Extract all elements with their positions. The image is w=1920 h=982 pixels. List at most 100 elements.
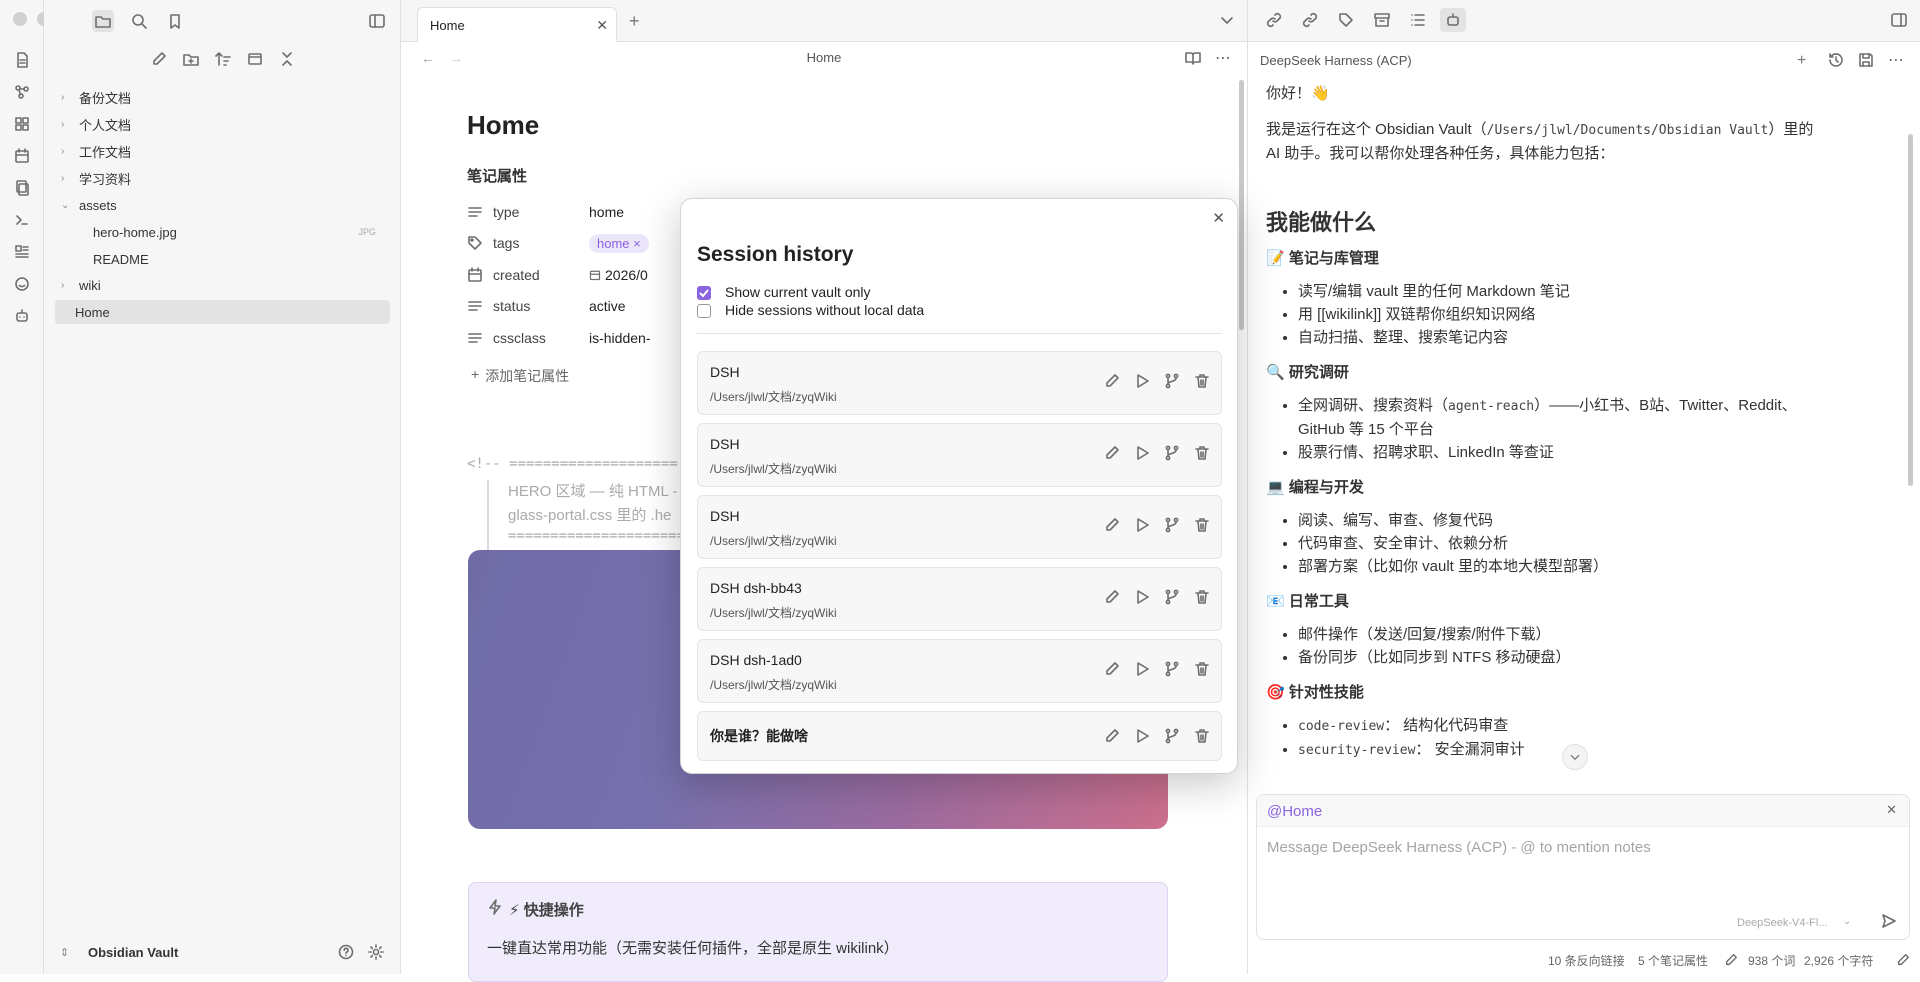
tab-home[interactable]: Home ✕ <box>417 7 617 42</box>
close-tab-icon[interactable]: ✕ <box>596 17 608 34</box>
chevron-down-icon[interactable]: ⌄ <box>61 200 75 211</box>
outline-icon[interactable] <box>1410 12 1426 28</box>
terminal-icon[interactable] <box>12 210 32 230</box>
session-row[interactable]: DSH dsh-bb43/Users/jlwl/文档/zyqWiki <box>697 567 1222 631</box>
graph-view-icon[interactable] <box>12 82 32 102</box>
send-icon[interactable] <box>1881 913 1897 929</box>
new-tab-icon[interactable]: + <box>629 11 640 32</box>
resume-play-icon[interactable] <box>1133 372 1151 390</box>
new-folder-icon[interactable] <box>180 48 202 70</box>
rename-icon[interactable] <box>1103 588 1121 606</box>
close-modal-icon[interactable]: ✕ <box>1212 209 1225 227</box>
edit-mode-icon[interactable] <box>1724 953 1738 967</box>
property-value[interactable]: is-hidden- <box>589 330 650 346</box>
property-value[interactable]: 2026/0 <box>605 267 648 283</box>
rename-icon[interactable] <box>1103 727 1121 745</box>
editor-scrollbar[interactable] <box>1239 80 1244 330</box>
delete-trash-icon[interactable] <box>1193 727 1211 745</box>
reading-view-icon[interactable] <box>1185 50 1201 66</box>
hide-sessions-label[interactable]: Hide sessions without local data <box>725 302 924 318</box>
link-icon[interactable] <box>1266 12 1282 28</box>
auto-reveal-icon[interactable] <box>244 48 266 70</box>
save-icon[interactable] <box>1858 52 1874 68</box>
folder-item[interactable]: › 备份文档 <box>55 85 390 109</box>
fork-branch-icon[interactable] <box>1163 588 1181 606</box>
outgoing-link-icon[interactable] <box>1302 12 1318 28</box>
chevron-right-icon[interactable]: › <box>61 92 75 103</box>
tag-pill[interactable]: home × <box>589 233 649 253</box>
add-property-button[interactable]: + 添加笔记属性 <box>471 366 569 386</box>
resume-play-icon[interactable] <box>1133 660 1151 678</box>
rename-icon[interactable] <box>1103 444 1121 462</box>
new-note-icon[interactable] <box>148 48 170 70</box>
chevron-right-icon[interactable]: › <box>61 173 75 184</box>
collapse-all-icon[interactable] <box>276 48 298 70</box>
templates-icon[interactable] <box>12 178 32 198</box>
note-title[interactable]: Home <box>467 110 539 141</box>
search-icon[interactable] <box>128 10 150 32</box>
backlinks-count[interactable]: 10 条反向链接 <box>1548 952 1625 969</box>
session-row[interactable]: DSH/Users/jlwl/文档/zyqWiki <box>697 351 1222 415</box>
property-value[interactable]: home <box>589 204 624 220</box>
agent-chat-icon[interactable] <box>1440 8 1466 32</box>
delete-trash-icon[interactable] <box>1193 444 1211 462</box>
tab-list-chevron-icon[interactable] <box>1219 12 1235 28</box>
show-current-vault-label[interactable]: Show current vault only <box>725 284 871 300</box>
property-value[interactable]: active <box>589 298 626 314</box>
properties-count[interactable]: 5 个笔记属性 <box>1638 952 1708 969</box>
more-options-icon[interactable]: ⋯ <box>1215 48 1231 68</box>
fork-branch-icon[interactable] <box>1163 516 1181 534</box>
message-input[interactable]: Message DeepSeek Harness (ACP) - @ to me… <box>1267 839 1651 856</box>
dashboard-icon[interactable] <box>12 242 32 262</box>
chevron-right-icon[interactable]: › <box>61 146 75 157</box>
hide-sessions-checkbox[interactable] <box>697 304 711 318</box>
chevron-right-icon[interactable]: › <box>61 119 75 130</box>
calendar-icon[interactable] <box>12 146 32 166</box>
folder-item[interactable]: › wiki <box>55 273 390 297</box>
view-header-title[interactable]: Home <box>401 50 1247 65</box>
files-tab-icon[interactable] <box>92 10 114 32</box>
context-chip[interactable]: @Home <box>1267 803 1322 820</box>
bookmark-icon[interactable] <box>164 10 186 32</box>
close-window-button[interactable] <box>13 12 27 26</box>
resume-play-icon[interactable] <box>1133 444 1151 462</box>
show-current-vault-checkbox[interactable] <box>697 286 711 300</box>
canvas-icon[interactable] <box>12 114 32 134</box>
session-row[interactable]: DSH dsh-1ad0/Users/jlwl/文档/zyqWiki <box>697 639 1222 703</box>
delete-trash-icon[interactable] <box>1193 516 1211 534</box>
smiley-icon[interactable] <box>12 274 32 294</box>
folder-item[interactable]: › 个人文档 <box>55 112 390 136</box>
rename-icon[interactable] <box>1103 516 1121 534</box>
vault-switcher[interactable]: ⇕ Obsidian Vault <box>60 940 390 964</box>
archive-icon[interactable] <box>1374 12 1390 28</box>
open-quick-switcher-icon[interactable] <box>12 50 32 70</box>
resume-play-icon[interactable] <box>1133 727 1151 745</box>
resume-play-icon[interactable] <box>1133 516 1151 534</box>
file-item[interactable]: hero-home.jpg JPG <box>55 220 390 244</box>
folder-item[interactable]: › 工作文档 <box>55 139 390 163</box>
fork-branch-icon[interactable] <box>1163 727 1181 745</box>
delete-trash-icon[interactable] <box>1193 588 1211 606</box>
remove-context-icon[interactable]: ✕ <box>1886 802 1897 818</box>
sync-icon[interactable] <box>1896 953 1910 967</box>
scroll-down-icon[interactable] <box>1562 744 1588 770</box>
model-selector[interactable]: DeepSeek-V4-Fl... <box>1737 917 1827 929</box>
delete-trash-icon[interactable] <box>1193 372 1211 390</box>
chevron-right-icon[interactable]: › <box>61 280 75 291</box>
delete-trash-icon[interactable] <box>1193 660 1211 678</box>
session-row[interactable]: DSH/Users/jlwl/文档/zyqWiki <box>697 495 1222 559</box>
tags-icon[interactable] <box>1338 12 1354 28</box>
fork-branch-icon[interactable] <box>1163 660 1181 678</box>
rename-icon[interactable] <box>1103 660 1121 678</box>
folder-item[interactable]: ⌄ assets <box>55 193 390 217</box>
session-row[interactable]: 你是谁？能做啥 <box>697 711 1222 761</box>
folder-item[interactable]: › 学习资料 <box>55 166 390 190</box>
toggle-sidebar-icon[interactable] <box>366 10 388 32</box>
fork-branch-icon[interactable] <box>1163 444 1181 462</box>
resume-play-icon[interactable] <box>1133 588 1151 606</box>
model-chevron-icon[interactable]: ⌄ <box>1843 916 1851 927</box>
chat-scrollbar[interactable] <box>1908 134 1913 486</box>
session-row[interactable]: DSH/Users/jlwl/文档/zyqWiki <box>697 423 1222 487</box>
fork-branch-icon[interactable] <box>1163 372 1181 390</box>
chat-more-icon[interactable]: ⋯ <box>1888 50 1904 70</box>
